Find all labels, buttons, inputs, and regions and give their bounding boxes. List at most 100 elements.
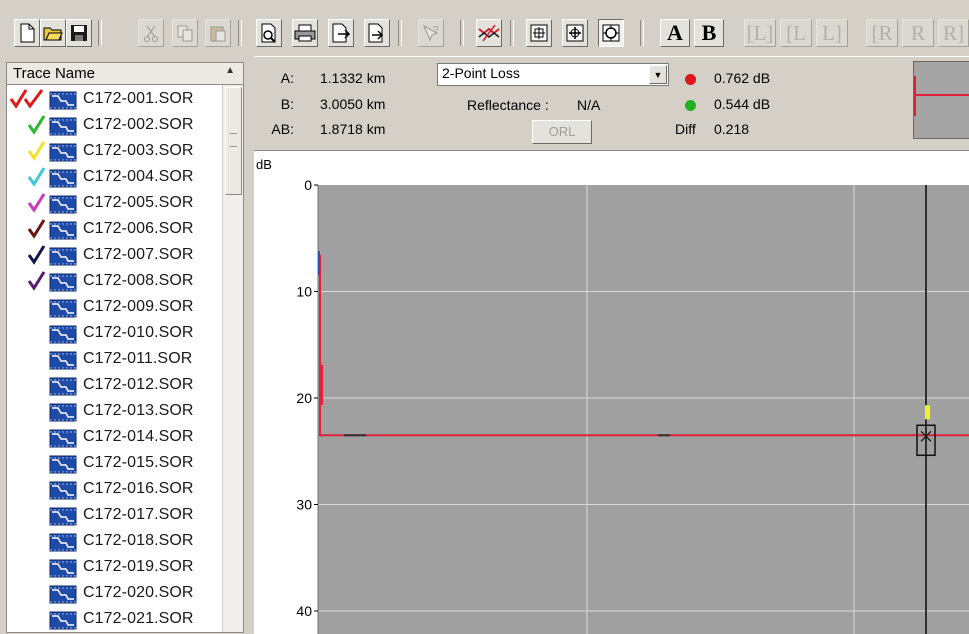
trace-list-scrollbar[interactable] <box>222 85 243 632</box>
trace-check-placeholder[interactable] <box>9 425 49 449</box>
plot-background[interactable] <box>318 185 969 634</box>
trace-list-item[interactable]: C172-015.SOR <box>7 451 222 477</box>
trace-check-placeholder[interactable] <box>9 399 49 423</box>
trace-visible-check-icon[interactable] <box>9 217 49 241</box>
trace-visible-check-icon[interactable] <box>9 269 49 293</box>
menu-bar <box>0 0 969 15</box>
trace-visible-check-icon[interactable] <box>9 113 49 137</box>
l-marker-start-button[interactable]: [L] <box>744 19 776 47</box>
trace-check-placeholder[interactable] <box>9 529 49 553</box>
trace-visible-check-icon[interactable] <box>9 165 49 189</box>
trace-check-placeholder[interactable] <box>9 295 49 319</box>
scrollbar-grip <box>230 133 237 147</box>
sor-file-icon <box>49 429 77 448</box>
trace-file-name: C172-003.SOR <box>83 142 194 159</box>
orl-button[interactable]: ORL <box>532 120 592 144</box>
trace-list-item[interactable]: C172-016.SOR <box>7 477 222 503</box>
trace-check-placeholder[interactable] <box>9 555 49 579</box>
trace-list-item[interactable]: C172-011.SOR <box>7 347 222 373</box>
sor-file-icon <box>49 507 77 526</box>
trace-list-item[interactable]: C172-014.SOR <box>7 425 222 451</box>
reflectance-label: Reflectance : <box>467 97 549 113</box>
trace-check-placeholder[interactable] <box>9 503 49 527</box>
toolbar-separator <box>238 20 242 46</box>
r-marker-mid-button[interactable]: R <box>902 19 934 47</box>
paste-button[interactable] <box>205 19 231 47</box>
trace-list-item[interactable]: C172-001.SOR <box>7 87 222 113</box>
trace-list-item[interactable]: C172-007.SOR <box>7 243 222 269</box>
print-button[interactable] <box>292 19 318 47</box>
trace-file-name: C172-012.SOR <box>83 376 194 393</box>
trace-file-name: C172-005.SOR <box>83 194 194 211</box>
scrollbar-thumb[interactable] <box>225 87 242 195</box>
report-button[interactable] <box>364 19 390 47</box>
trace-check-placeholder[interactable] <box>9 451 49 475</box>
trace-check-placeholder[interactable] <box>9 581 49 605</box>
sor-file-icon <box>49 533 77 552</box>
zoom-fit-button[interactable] <box>526 19 552 47</box>
trace-file-name: C172-017.SOR <box>83 506 194 523</box>
sor-file-icon <box>49 143 77 162</box>
trace-list-item[interactable]: C172-009.SOR <box>7 295 222 321</box>
trace-list-item[interactable]: C172-020.SOR <box>7 581 222 607</box>
marker-b-label: B: <box>280 96 294 112</box>
trace-list-item[interactable]: C172-019.SOR <box>7 555 222 581</box>
trace-check-placeholder[interactable] <box>9 477 49 501</box>
trace-chart-canvas[interactable]: dB 0 10 20 30 40 <box>254 151 969 634</box>
marker-b-button[interactable]: B <box>694 19 724 47</box>
trace-visible-check-icon[interactable] <box>9 139 49 163</box>
marker-info-panel: A: 1.1332 km B: 3.0050 km AB: 1.8718 km … <box>254 56 969 149</box>
trace-overview-thumbnail[interactable] <box>913 61 969 139</box>
trace-file-name: C172-013.SOR <box>83 402 194 419</box>
loss-mode-select[interactable]: 2-Point Loss ▼ <box>437 63 669 86</box>
trace-overlay-icon <box>478 24 500 42</box>
marker-a-label: A <box>667 20 683 45</box>
trace-check-placeholder[interactable] <box>9 347 49 371</box>
cut-button[interactable] <box>138 19 164 47</box>
trace-name-column-header[interactable]: Trace Name ▲ <box>7 63 243 85</box>
trace-list-item[interactable]: C172-021.SOR <box>7 607 222 632</box>
trace-list-item[interactable]: C172-003.SOR <box>7 139 222 165</box>
trace-list-item[interactable]: C172-002.SOR <box>7 113 222 139</box>
trace-file-name: C172-010.SOR <box>83 324 194 341</box>
print-preview-button[interactable] <box>256 19 282 47</box>
trace-list-item[interactable]: C172-006.SOR <box>7 217 222 243</box>
toolbar: ? A B [L] [L L] [R R R] <box>0 14 969 60</box>
new-file-button[interactable] <box>14 19 40 47</box>
trace-list-item[interactable]: C172-010.SOR <box>7 321 222 347</box>
trace-list-item[interactable]: C172-008.SOR <box>7 269 222 295</box>
zoom-marker-button[interactable] <box>598 19 624 47</box>
help-button[interactable]: ? <box>418 19 444 47</box>
trace-list-item[interactable]: C172-012.SOR <box>7 373 222 399</box>
save-button[interactable] <box>66 19 92 47</box>
marker-a-button[interactable]: A <box>660 19 690 47</box>
trace-file-name: C172-016.SOR <box>83 480 194 497</box>
zoom-in-icon <box>566 24 584 42</box>
r-marker-start-button[interactable]: [R <box>866 19 898 47</box>
open-button[interactable] <box>40 19 66 47</box>
trace-visible-check-icon[interactable] <box>9 191 49 215</box>
trace-list-item[interactable]: C172-004.SOR <box>7 165 222 191</box>
trace-list-item[interactable]: C172-018.SOR <box>7 529 222 555</box>
export-button[interactable] <box>328 19 354 47</box>
trace-check-placeholder[interactable] <box>9 607 49 631</box>
zoom-in-button[interactable] <box>562 19 588 47</box>
trace-visible-check-icon[interactable] <box>9 243 49 267</box>
trace-check-placeholder[interactable] <box>9 373 49 397</box>
r-marker-end-button[interactable]: R] <box>938 19 969 47</box>
trace-visible-check-icon[interactable] <box>9 87 49 111</box>
trace-overlay-button[interactable] <box>476 19 502 47</box>
otdr-trace-chart[interactable]: dB 0 10 20 30 40 <box>254 150 969 634</box>
copy-button[interactable] <box>172 19 198 47</box>
trace-file-name: C172-001.SOR <box>83 90 194 107</box>
trace-list-item[interactable]: C172-005.SOR <box>7 191 222 217</box>
trace-list-item[interactable]: C172-017.SOR <box>7 503 222 529</box>
trace-file-name: C172-002.SOR <box>83 116 194 133</box>
trace-file-name: C172-007.SOR <box>83 246 194 263</box>
l-marker-end-button[interactable]: L] <box>816 19 848 47</box>
l-marker-mid-button[interactable]: [L <box>780 19 812 47</box>
dropdown-arrow-icon[interactable]: ▼ <box>649 65 667 84</box>
trace-list-item[interactable]: C172-013.SOR <box>7 399 222 425</box>
sor-file-icon <box>49 481 77 500</box>
trace-check-placeholder[interactable] <box>9 321 49 345</box>
